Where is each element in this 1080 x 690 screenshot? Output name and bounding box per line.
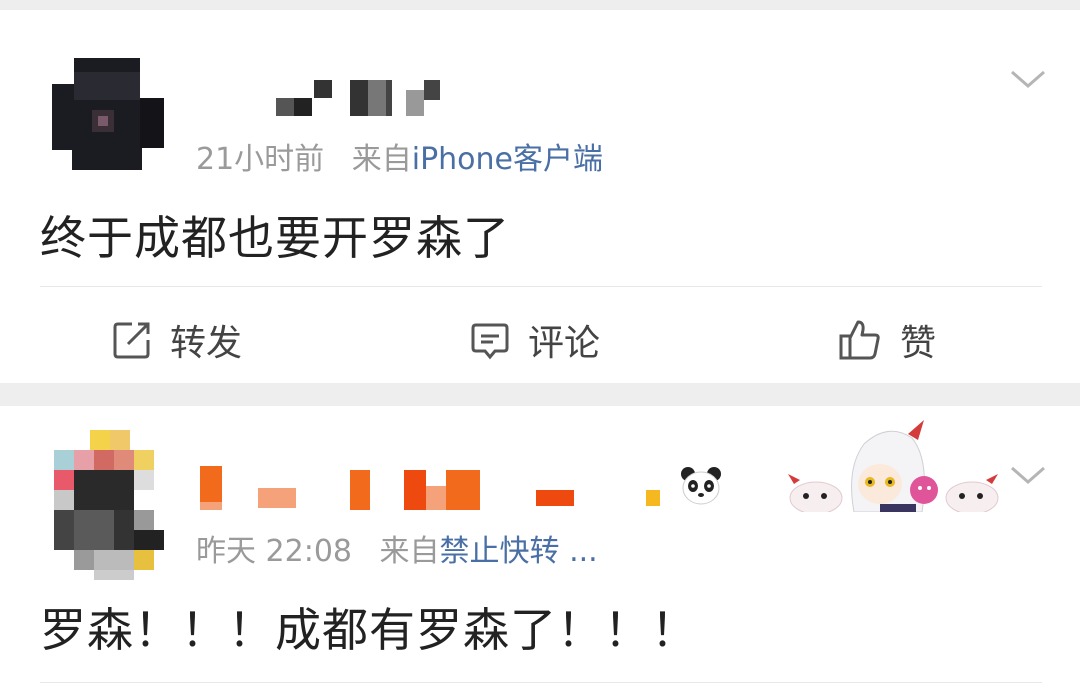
source-link[interactable]: 禁止快转 ... [440,534,598,569]
post-time: 昨天 22:08 [196,534,352,569]
repost-button[interactable]: 转发 [112,314,242,366]
comment-label: 评论 [528,323,601,364]
post-time: 21小时前 [196,142,325,177]
avatar[interactable] [50,430,168,580]
username-pixelated[interactable] [276,78,446,118]
source-prefix: 来自 [379,534,440,569]
source-link[interactable]: iPhone客户端 [412,142,603,177]
avatar[interactable] [52,58,164,170]
comment-icon [471,323,509,360]
panda-emoji-icon [681,467,721,505]
anime-sticker-icon [788,420,999,512]
post-meta: 昨天 22:08 来自禁止快转 ... [196,526,598,570]
username-pixelated[interactable] [200,466,680,512]
feed-gap [0,0,1080,10]
post-content: 罗森！！！成都有罗森了！！！ [40,603,698,657]
like-icon [839,320,880,360]
divider [40,286,1042,287]
repost-label: 转发 [170,323,243,364]
chevron-down-icon[interactable] [1008,66,1048,94]
divider [40,682,1042,683]
repost-icon [113,322,150,359]
like-label: 赞 [900,323,937,364]
comment-button[interactable]: 评论 [470,314,600,366]
chevron-down-icon[interactable] [1008,462,1048,490]
like-button[interactable]: 赞 [838,314,936,366]
post-meta: 21小时前 来自iPhone客户端 [196,134,603,178]
post-card: 昨天 22:08 来自禁止快转 ... 罗森！！！成都有罗森了！！！ [0,406,1080,690]
source-prefix: 来自 [351,142,412,177]
post-content: 终于成都也要开罗森了 [40,211,510,265]
post-card: 21小时前 来自iPhone客户端 终于成都也要开罗森了 转发 评论 赞 [0,10,1080,383]
